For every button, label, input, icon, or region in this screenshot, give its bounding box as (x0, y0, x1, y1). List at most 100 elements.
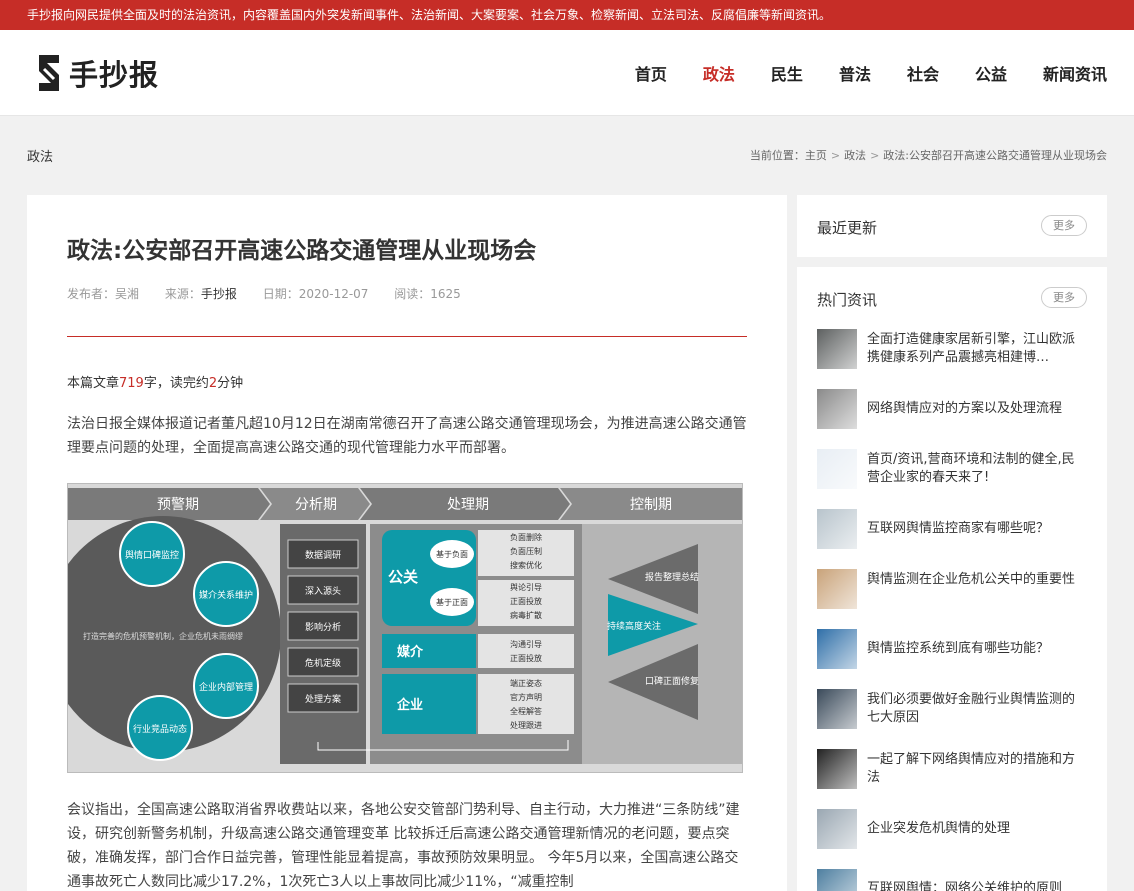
list-item[interactable]: 互联网舆情：网络公关维护的原则 (817, 869, 1087, 891)
section-title: 政法 (27, 150, 54, 165)
crisis-process-diagram: 预警期 分析期 处理期 控制期 打造完善的危机预警机制，企业危机未雨绸缪 舆情口… (67, 483, 743, 773)
news-title[interactable]: 互联网舆情监控商家有哪些呢？ (867, 520, 1087, 538)
analysis-step-label: 深入源头 (305, 586, 341, 597)
news-thumbnail[interactable] (817, 749, 857, 789)
hot-news-panel: 热门资讯 更多 全面打造健康家居新引擎，江山欧派携健康系列产品震撼亮相建博… 网… (797, 267, 1107, 891)
list-item[interactable]: 一起了解下网络舆情应对的措施和方法 (817, 749, 1087, 809)
analysis-step-label: 处理方案 (305, 693, 341, 705)
warn-circle-label: 企业内部管理 (199, 681, 253, 693)
neg-label: 基于负面 (436, 549, 468, 559)
news-thumbnail[interactable] (817, 569, 857, 609)
article-title: 政法:公安部召开高速公路交通管理从业现场会 (67, 238, 537, 264)
news-thumbnail[interactable] (817, 689, 857, 729)
news-thumbnail[interactable] (817, 629, 857, 669)
corp-item: 处理跟进 (510, 720, 542, 730)
word-count: 719 (119, 376, 144, 391)
article-source-label: 来源： (164, 287, 201, 301)
nav-item-law-education[interactable]: 普法 (839, 61, 871, 85)
news-title[interactable]: 互联网舆情：网络公关维护的原则 (867, 880, 1087, 891)
list-item[interactable]: 我们必须要做好金融行业舆情监测的七大原因 (817, 689, 1087, 749)
media-item: 沟通引导 (510, 639, 542, 649)
news-thumbnail[interactable] (817, 869, 857, 891)
neg-item: 搜索优化 (510, 560, 542, 570)
hot-more-button[interactable]: 更多 (1041, 287, 1087, 308)
pr-label: 公关 (388, 568, 418, 586)
nav-item-politics[interactable]: 政法 (703, 61, 735, 85)
breadcrumb-current[interactable]: 政法:公安部召开高速公路交通管理从业现场会 (883, 149, 1107, 162)
corp-item: 端正姿态 (510, 678, 542, 688)
news-title[interactable]: 舆情监测在企业危机公关中的重要性 (867, 571, 1087, 589)
list-item[interactable]: 企业突发危机舆情的处理 (817, 809, 1087, 869)
corp-item: 官方声明 (510, 692, 542, 702)
phase-label: 控制期 (630, 497, 672, 513)
nav-item-news[interactable]: 新闻资讯 (1043, 61, 1107, 85)
list-item[interactable]: 首页/资讯,营商环境和法制的健全,民营企业家的春天来了! (817, 449, 1087, 509)
control-item: 报告整理总结 (645, 571, 699, 583)
article-panel: 政法:公安部召开高速公路交通管理从业现场会 发布者：吴湘 来源：手抄报 日期：2… (27, 195, 787, 891)
recent-more-button[interactable]: 更多 (1041, 215, 1087, 236)
list-item[interactable]: 网络舆情应对的方案以及处理流程 (817, 389, 1087, 449)
nav-item-home[interactable]: 首页 (635, 61, 667, 85)
phase-label: 分析期 (295, 497, 337, 513)
pos-item: 舆论引导 (510, 582, 542, 592)
title-divider (67, 336, 747, 337)
read-pre: 本篇文章 (67, 376, 120, 391)
article-paragraph: 会议指出，全国高速公路取消省界收费站以来，各地公安交管部门势利导、自主行动，大力… (67, 802, 740, 890)
diagram-svg: 预警期 分析期 处理期 控制期 打造完善的危机预警机制，企业危机未雨绸缪 舆情口… (68, 488, 742, 764)
news-title[interactable]: 一起了解下网络舆情应对的措施和方法 (867, 751, 1087, 787)
analysis-step-label: 数据调研 (305, 549, 341, 561)
media-label: 媒介 (397, 644, 424, 660)
recent-updates-title: 最近更新 (817, 219, 878, 237)
news-title[interactable]: 网络舆情应对的方案以及处理流程 (867, 400, 1087, 418)
warn-circle-label: 媒介关系维护 (199, 589, 253, 601)
breadcrumb-bar: 政法 当前位置：主页 > 政法 > 政法:公安部召开高速公路交通管理从业现场会 (27, 116, 1107, 195)
logo-mark-icon (39, 55, 59, 91)
control-item: 持续高度关注 (607, 620, 661, 632)
warning-center-text: 打造完善的危机预警机制，企业危机未雨绸缪 (83, 631, 243, 641)
phase-label: 处理期 (447, 497, 489, 513)
nav-item-charity[interactable]: 公益 (975, 61, 1007, 85)
breadcrumb-home[interactable]: 主页 (805, 149, 827, 162)
nav-item-society[interactable]: 社会 (907, 61, 939, 85)
news-title[interactable]: 全面打造健康家居新引擎，江山欧派携健康系列产品震撼亮相建博… (867, 331, 1087, 367)
news-thumbnail[interactable] (817, 809, 857, 849)
list-item[interactable]: 舆情监测在企业危机公关中的重要性 (817, 569, 1087, 629)
list-item[interactable]: 舆情监控系统到底有哪些功能？ (817, 629, 1087, 689)
breadcrumb-section[interactable]: 政法 (844, 149, 866, 162)
hot-news-list: 全面打造健康家居新引擎，江山欧派携健康系列产品震撼亮相建博… 网络舆情应对的方案… (817, 329, 1087, 891)
breadcrumb-separator: > (870, 149, 880, 162)
logo-text: 手抄报 (69, 58, 160, 92)
news-thumbnail[interactable] (817, 449, 857, 489)
pos-label: 基于正面 (436, 597, 468, 607)
site-logo[interactable]: 手抄报 (33, 50, 159, 96)
analysis-step-label: 影响分析 (305, 621, 341, 633)
news-thumbnail[interactable] (817, 509, 857, 549)
site-header: 手抄报 首页 政法 民生 普法 社会 公益 新闻资讯 (0, 30, 1134, 116)
news-thumbnail[interactable] (817, 329, 857, 369)
hot-news-title: 热门资讯 (817, 291, 878, 309)
list-item[interactable]: 全面打造健康家居新引擎，江山欧派携健康系列产品震撼亮相建博… (817, 329, 1087, 389)
breadcrumb-separator: > (830, 149, 841, 162)
news-title[interactable]: 我们必须要做好金融行业舆情监测的七大原因 (867, 691, 1087, 727)
breadcrumb: 当前位置：主页 > 政法 > 政法:公安部召开高速公路交通管理从业现场会 (750, 147, 1107, 163)
read-mid: 字，读完约 (143, 376, 209, 391)
article-reads: 阅读：1625 (394, 287, 461, 301)
read-time-info: 本篇文章719字，读完约2分钟 (67, 372, 243, 391)
read-minutes: 2 (208, 376, 218, 391)
news-title[interactable]: 企业突发危机舆情的处理 (867, 820, 1087, 838)
analysis-step-label: 危机定级 (305, 657, 341, 669)
pos-item: 正面投放 (510, 596, 542, 606)
news-thumbnail[interactable] (817, 389, 857, 429)
pos-item: 病毒扩散 (510, 610, 542, 620)
article-paragraph: 法治日报全媒体报道记者董凡超10月12日在湖南常德召开了高速公路交通管理现场会，… (67, 416, 747, 456)
news-title[interactable]: 舆情监控系统到底有哪些功能？ (867, 640, 1087, 658)
nav-item-livelihood[interactable]: 民生 (771, 61, 803, 85)
warn-circle-label: 舆情口碑监控 (125, 549, 179, 561)
article-source: 来源：手抄报 (165, 287, 237, 301)
article-source-value[interactable]: 手抄报 (201, 287, 237, 301)
article-publisher: 发布者：吴湘 (67, 287, 140, 301)
read-post: 分钟 (217, 376, 244, 391)
news-title[interactable]: 首页/资讯,营商环境和法制的健全,民营企业家的春天来了! (867, 451, 1087, 487)
control-item: 口碑正面修复 (645, 675, 699, 687)
list-item[interactable]: 互联网舆情监控商家有哪些呢？ (817, 509, 1087, 569)
